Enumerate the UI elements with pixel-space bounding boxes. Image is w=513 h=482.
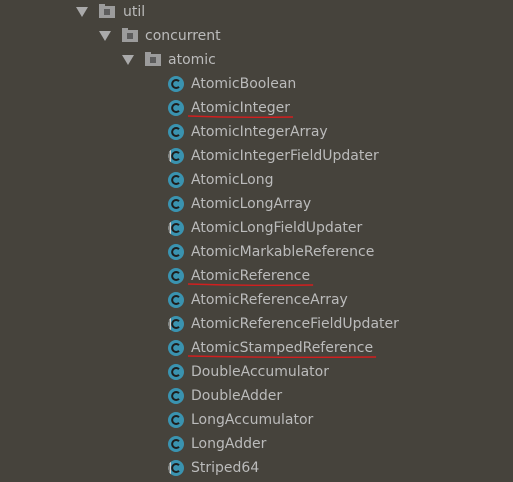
class-tree-item[interactable]: AtomicReference (0, 264, 513, 288)
class-icon (168, 244, 184, 260)
class-icon (168, 196, 184, 212)
expand-arrow-icon[interactable] (99, 31, 111, 41)
class-name-label: AtomicLongArray (191, 196, 312, 212)
class-icon (168, 436, 184, 452)
class-name-label: AtomicStampedReference (191, 340, 374, 356)
class-name-label: DoubleAccumulator (191, 364, 329, 380)
class-tree-item[interactable]: AtomicLongFieldUpdater (0, 216, 513, 240)
class-tree-item[interactable]: AtomicIntegerArray (0, 120, 513, 144)
class-name-label: LongAccumulator (191, 412, 314, 428)
class-tree-item[interactable]: AtomicLongArray (0, 192, 513, 216)
class-name-label: DoubleAdder (191, 388, 283, 404)
class-icon (168, 292, 184, 308)
tree-node-concurrent[interactable]: concurrent (0, 24, 513, 48)
class-name-label: AtomicLongFieldUpdater (191, 220, 363, 236)
class-icon (168, 412, 184, 428)
class-icon (168, 340, 184, 356)
class-tree-item[interactable]: AtomicBoolean (0, 72, 513, 96)
expand-arrow-icon[interactable] (76, 7, 88, 17)
class-name-label: AtomicInteger (191, 100, 290, 116)
class-name-label: LongAdder (191, 436, 267, 452)
abstract-class-icon (168, 460, 184, 476)
class-name-label: AtomicBoolean (191, 76, 297, 92)
abstract-class-icon (168, 220, 184, 236)
class-icon (168, 364, 184, 380)
class-tree-item[interactable]: Striped64 (0, 456, 513, 480)
expand-arrow-icon[interactable] (122, 55, 134, 65)
class-tree-item[interactable]: LongAdder (0, 432, 513, 456)
class-icon (168, 124, 184, 140)
package-icon (145, 52, 161, 66)
tree-node-label: util (123, 4, 146, 20)
class-name-label: Striped64 (191, 460, 260, 476)
class-icon (168, 268, 184, 284)
class-tree-item[interactable]: DoubleAccumulator (0, 360, 513, 384)
class-name-label: AtomicLong (191, 172, 274, 188)
class-tree-item[interactable]: AtomicInteger (0, 96, 513, 120)
package-icon (99, 4, 115, 18)
class-icon (168, 388, 184, 404)
tree-node-atomic[interactable]: atomic (0, 48, 513, 72)
class-icon (168, 76, 184, 92)
class-tree-item[interactable]: AtomicStampedReference (0, 336, 513, 360)
class-tree-item[interactable]: DoubleAdder (0, 384, 513, 408)
abstract-class-icon (168, 316, 184, 332)
class-tree-item[interactable]: AtomicReferenceFieldUpdater (0, 312, 513, 336)
class-name-label: AtomicReference (191, 268, 311, 284)
tree-node-label: atomic (168, 52, 216, 68)
class-name-label: AtomicMarkableReference (191, 244, 375, 260)
class-tree-item[interactable]: AtomicLong (0, 168, 513, 192)
abstract-class-icon (168, 148, 184, 164)
class-tree-item[interactable]: AtomicMarkableReference (0, 240, 513, 264)
class-name-label: AtomicReferenceFieldUpdater (191, 316, 399, 332)
class-tree-item[interactable]: LongAccumulator (0, 408, 513, 432)
class-icon (168, 172, 184, 188)
class-tree-item[interactable]: AtomicIntegerFieldUpdater (0, 144, 513, 168)
class-name-label: AtomicIntegerArray (191, 124, 328, 140)
package-icon (122, 28, 138, 42)
tree-node-util[interactable]: util (0, 0, 513, 24)
project-tree: util concurrent atomic AtomicBoolean Atom… (0, 0, 513, 482)
class-tree-item[interactable]: AtomicReferenceArray (0, 288, 513, 312)
tree-node-label: concurrent (145, 28, 221, 44)
class-name-label: AtomicIntegerFieldUpdater (191, 148, 379, 164)
class-icon (168, 100, 184, 116)
class-name-label: AtomicReferenceArray (191, 292, 348, 308)
